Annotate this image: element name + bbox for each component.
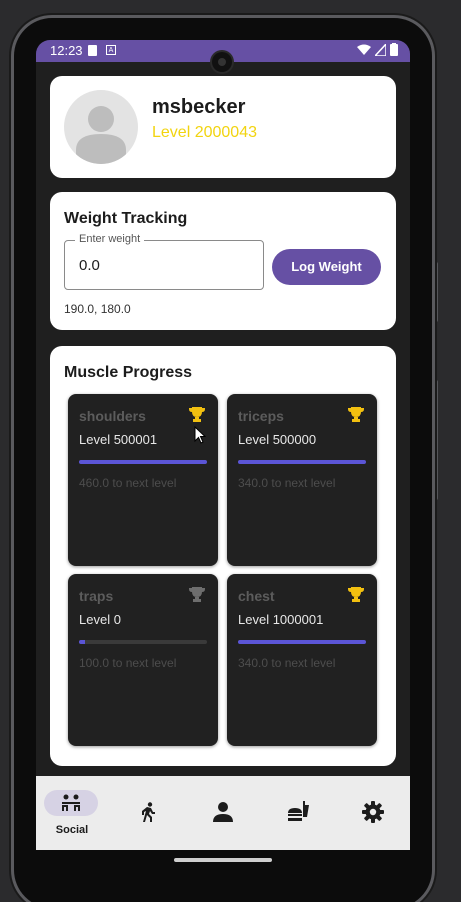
volume-button — [434, 262, 438, 322]
muscle-progress-card: Muscle Progress shoulders Level 500001 4… — [50, 346, 396, 766]
social-icon — [62, 794, 80, 811]
next-level-text: 340.0 to next level — [238, 476, 336, 490]
app-screen: 12:23 A msbecker Level 2000043 Weight Tr… — [36, 40, 410, 850]
avatar-person-icon — [76, 106, 126, 164]
trophy-icon — [189, 407, 205, 422]
muscle-tile-chest[interactable]: chest Level 1000001 340.0 to next level — [227, 574, 377, 746]
muscle-name: shoulders — [79, 408, 146, 424]
nav-label-social: Social — [55, 824, 89, 836]
muscle-name: triceps — [238, 408, 284, 424]
log-weight-button[interactable]: Log Weight — [272, 249, 381, 285]
nav-item-social[interactable]: Social — [36, 776, 108, 850]
trophy-icon — [348, 587, 364, 602]
battery-icon — [390, 43, 398, 56]
notification-icon: A — [106, 45, 116, 55]
nav-item-profile[interactable] — [193, 776, 253, 850]
muscle-level: Level 500000 — [238, 432, 317, 447]
weight-input-label: Enter weight — [75, 233, 145, 245]
muscle-level: Level 500001 — [79, 432, 158, 447]
muscle-level: Level 0 — [79, 612, 121, 627]
trophy-icon — [348, 407, 364, 422]
weight-title: Weight Tracking — [64, 210, 188, 227]
status-time: 12:23 — [50, 43, 83, 58]
weight-history: 190.0, 180.0 — [64, 302, 131, 316]
stage: 12:23 A msbecker Level 2000043 Weight Tr… — [0, 0, 461, 902]
gear-icon — [362, 801, 384, 823]
wifi-icon — [357, 44, 371, 55]
home-indicator[interactable] — [174, 858, 272, 862]
muscle-tile-shoulders[interactable]: shoulders Level 500001 460.0 to next lev… — [68, 394, 218, 566]
muscle-tile-triceps[interactable]: triceps Level 500000 340.0 to next level — [227, 394, 377, 566]
weight-tracking-card: Weight Tracking Enter weight 0.0 Log Wei… — [50, 192, 396, 330]
mouse-cursor-icon — [194, 426, 206, 444]
progress-fill — [238, 460, 366, 464]
front-camera — [212, 52, 232, 72]
progress-fill — [79, 640, 86, 644]
power-button — [434, 380, 438, 500]
next-level-text: 100.0 to next level — [79, 656, 177, 670]
food-icon — [288, 801, 309, 821]
progress-fill — [238, 640, 366, 644]
weight-input[interactable]: Enter weight 0.0 — [64, 233, 264, 290]
nav-item-food[interactable] — [268, 776, 328, 850]
profile-card: msbecker Level 2000043 — [50, 76, 396, 178]
progress-bar — [238, 460, 366, 464]
nav-item-run[interactable] — [118, 776, 178, 850]
progress-bar — [79, 460, 207, 464]
run-icon — [142, 802, 155, 822]
muscle-title: Muscle Progress — [64, 364, 193, 381]
progress-fill — [79, 460, 207, 464]
user-level: Level 2000043 — [152, 124, 257, 141]
next-level-text: 340.0 to next level — [238, 656, 336, 670]
progress-bar — [238, 640, 366, 644]
username: msbecker — [152, 96, 246, 118]
person-icon — [213, 802, 233, 822]
nav-item-settings[interactable] — [343, 776, 403, 850]
muscle-tile-traps[interactable]: traps Level 0 100.0 to next level — [68, 574, 218, 746]
weight-input-value: 0.0 — [79, 257, 100, 274]
progress-bar — [79, 640, 207, 644]
bottom-navigation: Social — [36, 776, 410, 850]
muscle-name: traps — [79, 588, 114, 604]
muscle-name: chest — [238, 588, 275, 604]
trophy-icon — [189, 587, 205, 602]
avatar[interactable] — [64, 90, 138, 164]
next-level-text: 460.0 to next level — [79, 476, 177, 490]
status-icons — [357, 43, 398, 56]
signal-icon — [375, 43, 386, 56]
muscle-level: Level 1000001 — [238, 612, 324, 627]
sd-card-icon — [88, 45, 97, 56]
